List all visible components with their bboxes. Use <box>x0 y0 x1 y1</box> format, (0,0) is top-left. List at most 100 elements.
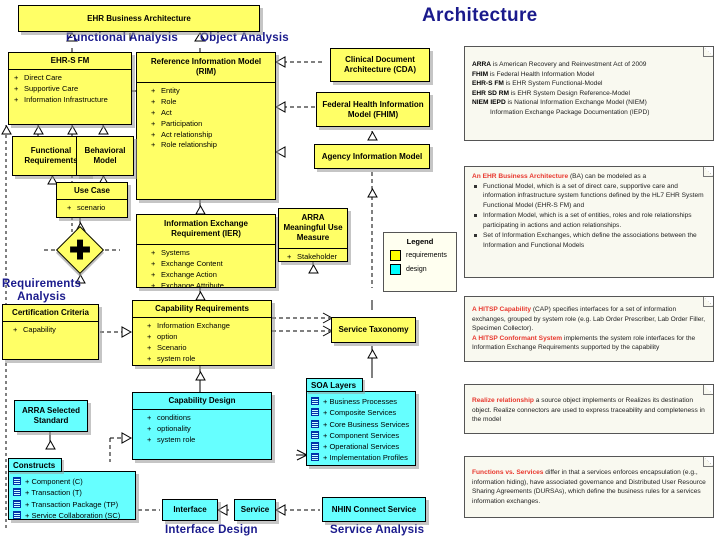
component-icon <box>13 499 21 508</box>
note-paragraph: Functions vs. Services differ in that a … <box>472 469 706 505</box>
note-line: EHR SD RM is EHR System Design Reference… <box>472 89 630 97</box>
attribute: Direct Care <box>14 73 128 84</box>
legend-swatch-requirements <box>390 250 401 261</box>
class-service[interactable]: Service <box>234 499 276 521</box>
class-service-taxonomy[interactable]: Service Taxonomy <box>331 317 416 343</box>
class-title: Service Taxonomy <box>338 325 409 334</box>
note-paragraph: Realize relationship a source object imp… <box>472 397 705 424</box>
attribute: Act relationship <box>151 130 272 141</box>
note-line: ARRA is American Recovery and Reinvestme… <box>472 61 647 68</box>
package-soa-layers[interactable]: SOA Layers + Business Processes + Compos… <box>306 378 416 466</box>
package-item: + Core Business Services <box>311 419 412 430</box>
note-business-architecture: An EHR Business Architecture (BA) can be… <box>464 166 714 278</box>
class-ehrs-fm[interactable]: EHR-S FM Direct Care Supportive Care Inf… <box>8 52 132 125</box>
phase-label-service-analysis: Service Analysis <box>330 524 425 536</box>
class-federal-health-information-model[interactable]: Federal Health Information Model (FHIM) <box>316 92 430 127</box>
phase-label-interface-design: Interface Design <box>165 524 258 536</box>
note-hitsp: A HITSP Capability (CAP) specifies inter… <box>464 296 714 362</box>
phase-label-object-analysis: Object Analysis <box>200 32 289 44</box>
class-title: Federal Health Information Model (FHIM) <box>322 99 424 119</box>
package-item: + Implementation Profiles <box>311 452 412 463</box>
phase-label-requirements-line1: Requirements <box>2 278 82 290</box>
class-title: Clinical Document Architecture (CDA) <box>343 55 416 74</box>
class-nhin-connect-service[interactable]: NHIN Connect Service <box>322 497 426 522</box>
attribute: system role <box>147 354 268 365</box>
attribute: Act <box>151 108 272 119</box>
class-attributes: Stakeholder <box>279 249 347 261</box>
package-item: + Transaction (T) <box>13 487 132 498</box>
class-agency-information-model[interactable]: Agency Information Model <box>314 144 430 169</box>
class-capability-design[interactable]: Capability Design conditions optionality… <box>132 392 272 460</box>
attribute: Participation <box>151 119 272 130</box>
class-interface[interactable]: Interface <box>162 499 218 521</box>
attribute: option <box>147 332 268 343</box>
component-icon <box>311 397 319 405</box>
note-bullet: Functional Model, which is a set of dire… <box>474 182 706 211</box>
attribute: system role <box>147 435 268 446</box>
class-clinical-document-architecture[interactable]: Clinical Document Architecture (CDA) <box>330 48 430 82</box>
component-icon <box>311 442 319 450</box>
class-title: Reference Information Model (RIM) <box>137 53 275 83</box>
legend: Legend requirements design <box>383 232 457 292</box>
note-fold-icon <box>703 167 713 177</box>
package-item: + Transaction Package (TP) <box>13 499 132 510</box>
attribute: Role <box>151 97 272 108</box>
note-acronyms: ARRA is American Recovery and Reinvestme… <box>464 46 714 141</box>
class-behavioral-model[interactable]: Behavioral Model <box>76 136 134 176</box>
attribute: Stakeholder <box>287 252 344 261</box>
class-title: Information Exchange Requirement (IER) <box>137 215 275 245</box>
class-title: ARRA Meaningful Use Measure <box>279 209 347 249</box>
attribute: Entity <box>151 86 272 97</box>
package-item: + Operational Services <box>311 441 412 452</box>
attribute: scenario <box>67 203 124 214</box>
class-arra-selected-standard[interactable]: ARRA Selected Standard <box>14 400 88 432</box>
class-arra-meaningful-use-measure[interactable]: ARRA Meaningful Use Measure Stakeholder <box>278 208 348 262</box>
component-icon <box>311 408 319 417</box>
package-item: + Service Collaboration (SC) <box>13 510 132 521</box>
class-title: Interface <box>173 505 207 514</box>
class-ehr-business-architecture[interactable]: EHR Business Architecture <box>18 5 260 32</box>
class-attributes: Capability <box>3 322 98 339</box>
component-icon <box>311 453 319 462</box>
note-bullet: Set of Information Exchanges, which defi… <box>474 231 706 250</box>
junction-plus-icon: ✚ <box>69 235 91 265</box>
legend-swatch-design <box>390 264 401 275</box>
class-title: Behavioral Model <box>84 146 126 165</box>
class-attributes: Systems Exchange Content Exchange Action… <box>137 245 275 287</box>
note-line: FHIM is Federal Health Information Model <box>472 70 595 78</box>
attribute: conditions <box>147 413 268 424</box>
package-constructs[interactable]: Constructs + Component (C) + Transaction… <box>8 458 136 520</box>
class-attributes: Information Exchange option Scenario sys… <box>133 318 271 365</box>
note-paragraph: A HITSP Conformant System implements the… <box>472 334 696 352</box>
attribute: Information Exchange <box>147 321 268 332</box>
class-attributes: Entity Role Act Participation Act relati… <box>137 83 275 154</box>
attribute: Role relationship <box>151 140 272 151</box>
package-item: + Business Processes <box>311 396 412 407</box>
note-fold-icon <box>703 47 713 57</box>
note-bullet-list: Functional Model, which is a set of dire… <box>472 182 706 251</box>
attribute: Capability <box>13 325 95 336</box>
package-item: + Component (C) <box>13 476 132 487</box>
class-certification-criteria[interactable]: Certification Criteria Capability <box>2 304 99 360</box>
class-capability-requirements[interactable]: Capability Requirements Information Exch… <box>132 300 272 366</box>
note-line: NIEM IEPD is National Information Exchan… <box>472 99 647 107</box>
note-paragraph: A HITSP Capability (CAP) specifies inter… <box>472 306 706 333</box>
legend-title: Legend <box>406 237 434 246</box>
component-icon <box>311 419 319 428</box>
note-fold-icon <box>703 457 713 467</box>
package-item: + Component Services <box>311 430 412 441</box>
note-line: EHR-S FM is EHR System Functional-Model <box>472 80 603 88</box>
package-body: + Component (C) + Transaction (T) + Tran… <box>8 471 136 520</box>
note-realize-relationship: Realize relationship a source object imp… <box>464 384 714 434</box>
class-use-case[interactable]: Use Case scenario <box>56 182 128 218</box>
attribute: Exchange Action <box>151 270 272 281</box>
attribute: Information Infrastructure <box>14 95 128 106</box>
class-title: Capability Requirements <box>133 301 271 318</box>
class-reference-information-model[interactable]: Reference Information Model (RIM) Entity… <box>136 52 276 200</box>
legend-label: design <box>406 266 427 273</box>
class-title: EHR-S FM <box>9 53 131 70</box>
attribute: optionality <box>147 424 268 435</box>
legend-label: requirements <box>406 252 447 259</box>
class-information-exchange-requirement[interactable]: Information Exchange Requirement (IER) S… <box>136 214 276 288</box>
class-title: NHIN Connect Service <box>331 504 417 514</box>
